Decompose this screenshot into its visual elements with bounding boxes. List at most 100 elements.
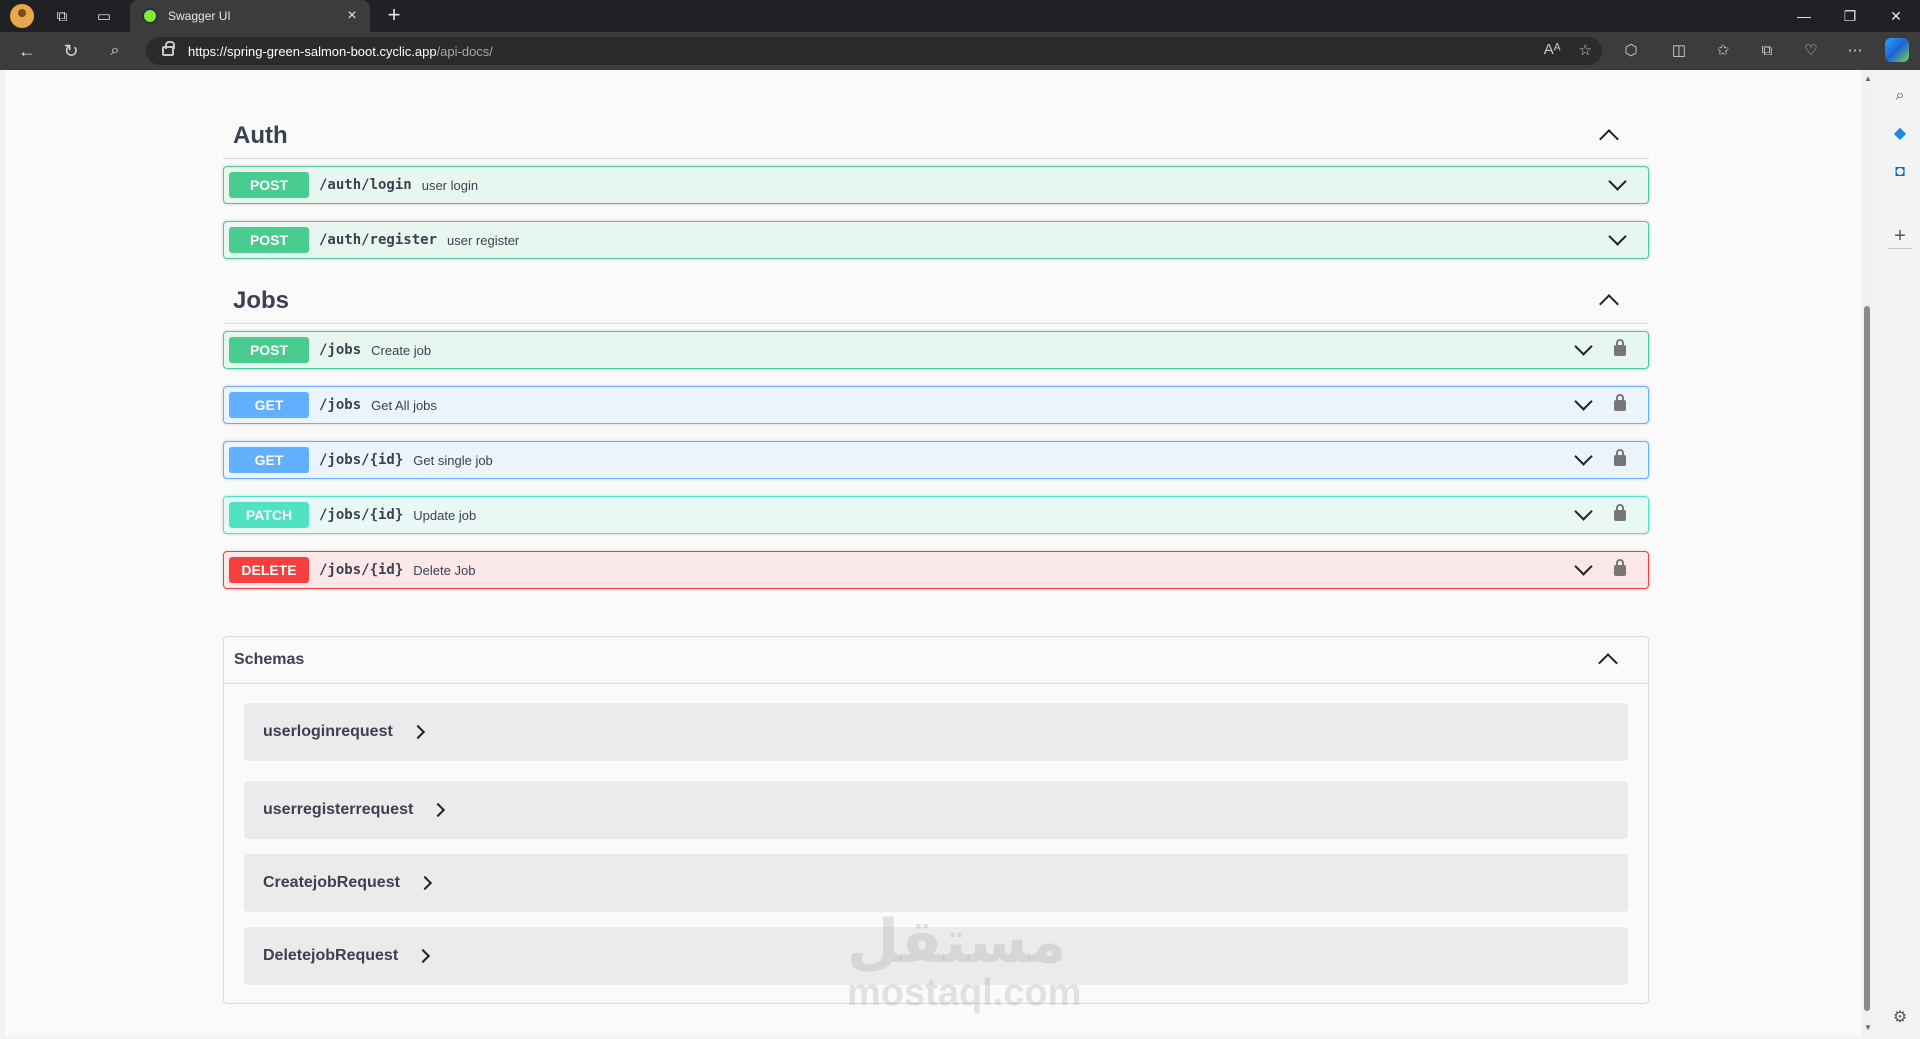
authorization-lock-icon[interactable] <box>1614 338 1626 356</box>
chevron-right-icon[interactable] <box>410 724 425 740</box>
operation-path: /jobs <box>319 397 362 413</box>
edge-sidebar: ⌕ ◆ ◘ + ⚙ <box>1880 70 1920 1039</box>
model-name: userregisterrequest <box>263 801 414 818</box>
back-icon[interactable]: ← <box>14 39 40 63</box>
chevron-right-icon[interactable] <box>431 802 446 818</box>
method-badge: POST <box>229 172 309 198</box>
authorization-lock-icon[interactable] <box>1614 503 1626 521</box>
minimize-button[interactable]: — <box>1782 4 1826 28</box>
operation-summary: user login <box>421 177 479 193</box>
swagger-page: Auth POST /auth/login user login POST /a… <box>5 70 1861 1036</box>
scroll-up-arrow-icon[interactable]: ▲ <box>1864 74 1872 83</box>
sidebar-settings-gear-icon[interactable]: ⚙ <box>1888 1006 1912 1030</box>
tag-section-jobs[interactable]: Jobs <box>223 279 1649 324</box>
new-tab-button[interactable]: + <box>382 2 406 28</box>
sidebar-search-icon[interactable]: ⌕ <box>1888 84 1912 108</box>
operation-summary: Update job <box>413 507 477 523</box>
method-badge: GET <box>229 392 309 418</box>
model-name: CreatejobRequest <box>263 874 400 891</box>
operation-patch-job[interactable]: PATCH /jobs/{id} Update job <box>223 496 1649 534</box>
expand-chevron-icon[interactable] <box>1572 557 1596 582</box>
tag-section-auth[interactable]: Auth <box>223 114 1649 159</box>
collapse-chevron-icon[interactable] <box>1594 646 1622 674</box>
operation-path: /auth/register <box>319 232 438 248</box>
operation-get-job-by-id[interactable]: GET /jobs/{id} Get single job <box>223 441 1649 479</box>
schema-model-deletejobrequest[interactable]: DeletejobRequest <box>244 927 1628 985</box>
operation-delete-job[interactable]: DELETE /jobs/{id} Delete Job <box>223 551 1649 589</box>
favorite-star-icon[interactable]: ☆ <box>1579 41 1592 59</box>
url-text[interactable]: https://spring-green-salmon-boot.cyclic.… <box>188 44 493 59</box>
profile-avatar[interactable] <box>10 4 34 28</box>
tab-close-icon[interactable]: × <box>340 7 364 25</box>
site-lock-icon[interactable] <box>162 41 175 56</box>
browser-tab-bar: ⧉ ▭ Swagger UI × + — ❐ ✕ <box>0 0 1920 32</box>
authorization-lock-icon[interactable] <box>1614 393 1626 411</box>
sidebar-divider <box>1888 248 1912 249</box>
authorization-lock-icon[interactable] <box>1614 448 1626 466</box>
operation-summary: user register <box>447 232 520 248</box>
vertical-tabs-icon[interactable]: ▭ <box>92 4 116 28</box>
browser-essentials-icon[interactable]: ♡ <box>1800 41 1822 61</box>
address-bar-actions: Aᴬ ☆ <box>1544 41 1592 59</box>
operation-path: /jobs <box>319 342 362 358</box>
operation-path: /auth/login <box>319 177 412 193</box>
schemas-title: Schemas <box>234 651 305 668</box>
split-screen-icon[interactable]: ◫ <box>1668 41 1690 61</box>
schema-model-createjobrequest[interactable]: CreatejobRequest <box>244 854 1628 912</box>
expand-chevron-icon[interactable] <box>1572 337 1596 362</box>
expand-chevron-icon[interactable] <box>1572 502 1596 527</box>
method-badge: POST <box>229 227 309 253</box>
close-window-button[interactable]: ✕ <box>1874 4 1918 28</box>
expand-chevron-icon[interactable] <box>1572 392 1596 417</box>
page-scrollbar[interactable]: ▲ ▼ <box>1861 70 1873 1036</box>
operation-get-jobs[interactable]: GET /jobs Get All jobs <box>223 386 1649 424</box>
copilot-icon[interactable] <box>1885 38 1909 62</box>
url-path: /api-docs/ <box>436 43 493 59</box>
schema-model-userloginrequest[interactable]: userloginrequest <box>244 703 1628 761</box>
extensions-icon[interactable]: ⬡ <box>1620 41 1642 61</box>
refresh-icon[interactable]: ↻ <box>58 39 84 63</box>
chevron-right-icon[interactable] <box>416 948 431 964</box>
collapse-chevron-icon[interactable] <box>1595 122 1623 150</box>
authorization-lock-icon[interactable] <box>1614 558 1626 576</box>
schemas-section: Schemas userloginrequest userregisterreq… <box>223 636 1649 1004</box>
scroll-down-arrow-icon[interactable]: ▼ <box>1864 1023 1872 1032</box>
swagger-favicon-icon <box>142 8 158 24</box>
schemas-header[interactable]: Schemas <box>224 637 1648 684</box>
read-aloud-icon[interactable]: Aᴬ <box>1544 41 1561 59</box>
tab-swagger-ui[interactable]: Swagger UI × <box>130 0 370 32</box>
sidebar-outlook-icon[interactable]: ◘ <box>1888 160 1912 184</box>
expand-chevron-icon[interactable] <box>1606 227 1630 252</box>
operation-summary: Create job <box>371 342 432 358</box>
model-name: userloginrequest <box>263 723 393 740</box>
tag-title-auth: Auth <box>233 122 288 149</box>
search-icon[interactable]: ⌕ <box>102 39 128 63</box>
model-name: DeletejobRequest <box>263 947 399 964</box>
collapse-chevron-icon[interactable] <box>1595 287 1623 315</box>
collections-icon[interactable]: ⧉ <box>1756 41 1778 61</box>
method-badge: POST <box>229 337 309 363</box>
method-badge: DELETE <box>229 557 309 583</box>
expand-chevron-icon[interactable] <box>1606 172 1630 197</box>
workspaces-icon[interactable]: ⧉ <box>50 4 74 28</box>
operation-post-auth-login[interactable]: POST /auth/login user login <box>223 166 1649 204</box>
operation-post-jobs[interactable]: POST /jobs Create job <box>223 331 1649 369</box>
operation-post-auth-register[interactable]: POST /auth/register user register <box>223 221 1649 259</box>
restore-button[interactable]: ❐ <box>1828 4 1872 28</box>
expand-chevron-icon[interactable] <box>1572 447 1596 472</box>
scrollbar-thumb[interactable] <box>1864 306 1870 1011</box>
favorites-icon[interactable]: ✩ <box>1712 41 1734 61</box>
chevron-right-icon[interactable] <box>417 875 432 891</box>
schema-model-userregisterrequest[interactable]: userregisterrequest <box>244 781 1628 839</box>
method-badge: GET <box>229 447 309 473</box>
operation-summary: Delete Job <box>413 562 476 578</box>
operation-path: /jobs/{id} <box>319 452 404 468</box>
url-host: https://spring-green-salmon-boot.cyclic.… <box>188 43 437 59</box>
more-options-icon[interactable]: ⋯ <box>1844 41 1866 61</box>
address-bar[interactable]: https://spring-green-salmon-boot.cyclic.… <box>146 37 1602 65</box>
operation-summary: Get single job <box>413 452 493 468</box>
operation-summary: Get All jobs <box>371 397 437 413</box>
browser-toolbar: ← ↻ ⌕ https://spring-green-salmon-boot.c… <box>0 32 1920 70</box>
sidebar-copilot-icon[interactable]: ◆ <box>1888 122 1912 146</box>
sidebar-add-icon[interactable]: + <box>1888 224 1912 248</box>
